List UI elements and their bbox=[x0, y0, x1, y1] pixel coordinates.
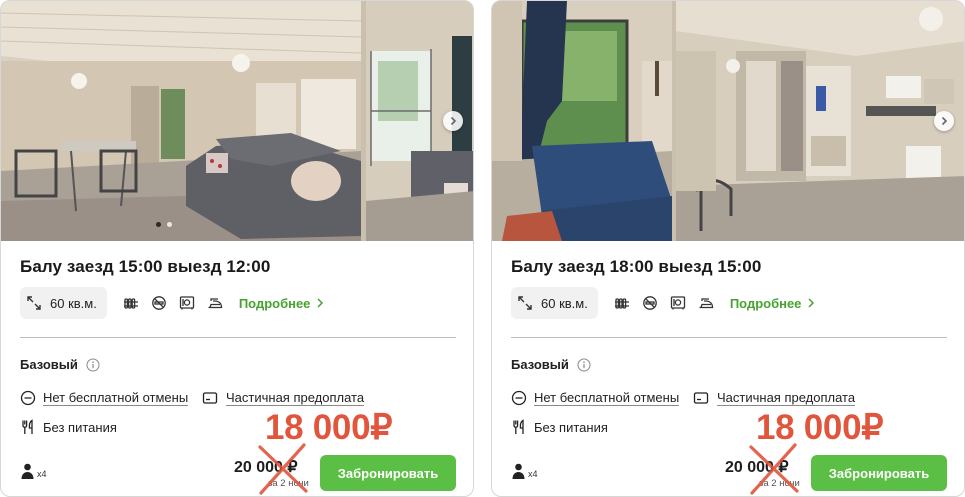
book-button[interactable]: Забронировать bbox=[320, 455, 456, 491]
photo-gallery[interactable] bbox=[1, 1, 473, 241]
amenities bbox=[614, 295, 714, 311]
no-smoking-icon bbox=[642, 296, 657, 310]
minus-circle-icon bbox=[511, 390, 527, 406]
area-value: 60 кв.м. bbox=[50, 295, 97, 311]
photo-gallery[interactable] bbox=[492, 1, 964, 241]
guests-count: x4 bbox=[37, 469, 47, 479]
strikethrough-cross bbox=[749, 443, 799, 495]
cancellation-label: Нет бесплатной отмены bbox=[534, 390, 680, 406]
room-card: Балу заезд 15:00 выезд 12:00 60 кв.м. По… bbox=[0, 0, 474, 497]
amenities bbox=[123, 295, 223, 311]
area-value: 60 кв.м. bbox=[541, 295, 588, 311]
details-link[interactable]: Подробнее bbox=[239, 296, 325, 311]
iron-icon bbox=[699, 298, 713, 309]
details-link[interactable]: Подробнее bbox=[730, 296, 816, 311]
guests-capacity: x4 bbox=[511, 463, 538, 479]
divider bbox=[20, 337, 456, 338]
prepayment-policy[interactable]: Частичная предоплата bbox=[693, 390, 856, 406]
gallery-dot[interactable] bbox=[167, 222, 172, 227]
details-link-label: Подробнее bbox=[238, 295, 311, 311]
room-title: Балу заезд 15:00 выезд 12:00 bbox=[20, 257, 271, 276]
details-link-label: Подробнее bbox=[729, 295, 802, 311]
prepayment-label: Частичная предоплата bbox=[226, 390, 365, 406]
guests-capacity: x4 bbox=[20, 463, 47, 479]
room-photo-living-room[interactable] bbox=[1, 1, 361, 241]
person-icon bbox=[21, 463, 34, 479]
expand-arrows-icon bbox=[27, 296, 41, 310]
tariff: Базовый bbox=[20, 357, 100, 372]
info-icon[interactable] bbox=[577, 358, 591, 372]
expand-arrows-icon bbox=[518, 296, 532, 310]
cancellation-label: Нет бесплатной отмены bbox=[43, 390, 189, 406]
divider bbox=[511, 337, 947, 338]
card-icon bbox=[202, 392, 218, 404]
cancellation-policy[interactable]: Нет бесплатной отмены bbox=[511, 390, 680, 406]
cancellation-policy[interactable]: Нет бесплатной отмены bbox=[20, 390, 189, 406]
area-chip: 60 кв.м. bbox=[20, 287, 107, 319]
book-button[interactable]: Забронировать bbox=[811, 455, 947, 491]
radiator-icon bbox=[123, 298, 138, 309]
tariff-name: Базовый bbox=[511, 357, 569, 372]
guests-count: x4 bbox=[528, 469, 538, 479]
card-icon bbox=[693, 392, 709, 404]
prepayment-policy[interactable]: Частичная предоплата bbox=[202, 390, 365, 406]
strikethrough-cross bbox=[258, 443, 308, 495]
chevron-right-icon bbox=[450, 116, 457, 126]
meals-label: Без питания bbox=[534, 419, 608, 435]
gallery-next-button[interactable] bbox=[934, 111, 954, 131]
meals-label: Без питания bbox=[43, 419, 117, 435]
room-title: Балу заезд 18:00 выезд 15:00 bbox=[511, 257, 762, 276]
meals-info: Без питания bbox=[20, 419, 117, 435]
prepayment-label: Частичная предоплата bbox=[717, 390, 856, 406]
room-features: 60 кв.м. Подробнее bbox=[511, 287, 815, 319]
chevron-right-icon bbox=[317, 298, 324, 308]
person-icon bbox=[512, 463, 525, 479]
meals-info: Без питания bbox=[511, 419, 608, 435]
chevron-right-icon bbox=[808, 298, 815, 308]
room-photo-bedroom[interactable] bbox=[492, 1, 672, 241]
fork-knife-icon bbox=[22, 419, 33, 434]
info-icon[interactable] bbox=[86, 358, 100, 372]
gallery-pagination bbox=[156, 222, 172, 227]
gallery-dot-active[interactable] bbox=[156, 222, 161, 227]
chevron-right-icon bbox=[941, 116, 948, 126]
minus-circle-icon bbox=[20, 390, 36, 406]
tariff: Базовый bbox=[511, 357, 591, 372]
safe-icon bbox=[670, 296, 685, 310]
gallery-next-button[interactable] bbox=[443, 111, 463, 131]
room-photo-hallway[interactable] bbox=[676, 1, 964, 241]
area-chip: 60 кв.м. bbox=[511, 287, 598, 319]
room-card: Балу заезд 18:00 выезд 15:00 60 кв.м. По… bbox=[491, 0, 965, 497]
no-smoking-icon bbox=[151, 296, 166, 310]
safe-icon bbox=[179, 296, 194, 310]
radiator-icon bbox=[614, 298, 629, 309]
tariff-name: Базовый bbox=[20, 357, 78, 372]
fork-knife-icon bbox=[513, 419, 524, 434]
room-features: 60 кв.м. Подробнее bbox=[20, 287, 324, 319]
iron-icon bbox=[208, 298, 222, 309]
